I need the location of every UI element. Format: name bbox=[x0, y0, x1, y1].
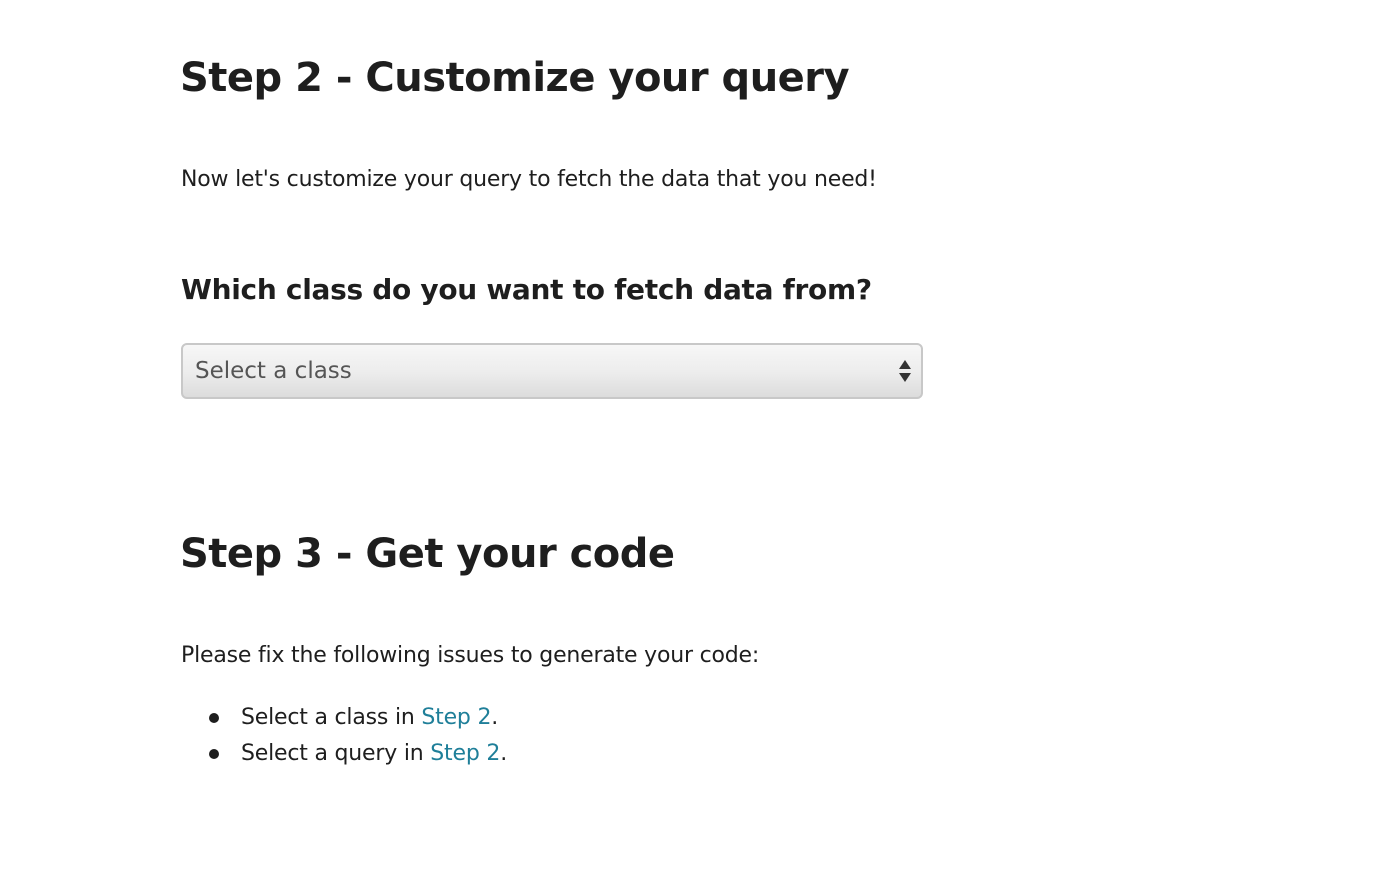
class-select[interactable]: Select a class bbox=[181, 343, 923, 399]
bullet-icon bbox=[209, 749, 219, 759]
arrow-down-icon bbox=[899, 373, 911, 382]
step2-title: Step 2 - Customize your query bbox=[180, 55, 850, 101]
step2-link[interactable]: Step 2 bbox=[430, 741, 500, 766]
issues-list: Select a class in Step 2. Select a query… bbox=[180, 700, 507, 772]
step2-intro-text: Now let's customize your query to fetch … bbox=[181, 167, 877, 192]
issue-text: Select a query in bbox=[241, 741, 431, 766]
class-select-value: Select a class bbox=[195, 358, 352, 384]
issue-item: Select a query in Step 2. bbox=[180, 736, 507, 772]
issue-text: Select a class in bbox=[241, 705, 422, 730]
step3-intro-text: Please fix the following issues to gener… bbox=[181, 643, 760, 668]
bullet-icon bbox=[209, 713, 219, 723]
issue-item: Select a class in Step 2. bbox=[180, 700, 507, 736]
class-question-label: Which class do you want to fetch data fr… bbox=[181, 273, 872, 306]
arrow-up-icon bbox=[899, 360, 911, 369]
step3-title: Step 3 - Get your code bbox=[180, 531, 675, 577]
step2-link[interactable]: Step 2 bbox=[421, 705, 491, 730]
issue-suffix: . bbox=[491, 705, 499, 730]
issue-suffix: . bbox=[500, 741, 507, 766]
select-arrows-icon bbox=[899, 360, 911, 384]
